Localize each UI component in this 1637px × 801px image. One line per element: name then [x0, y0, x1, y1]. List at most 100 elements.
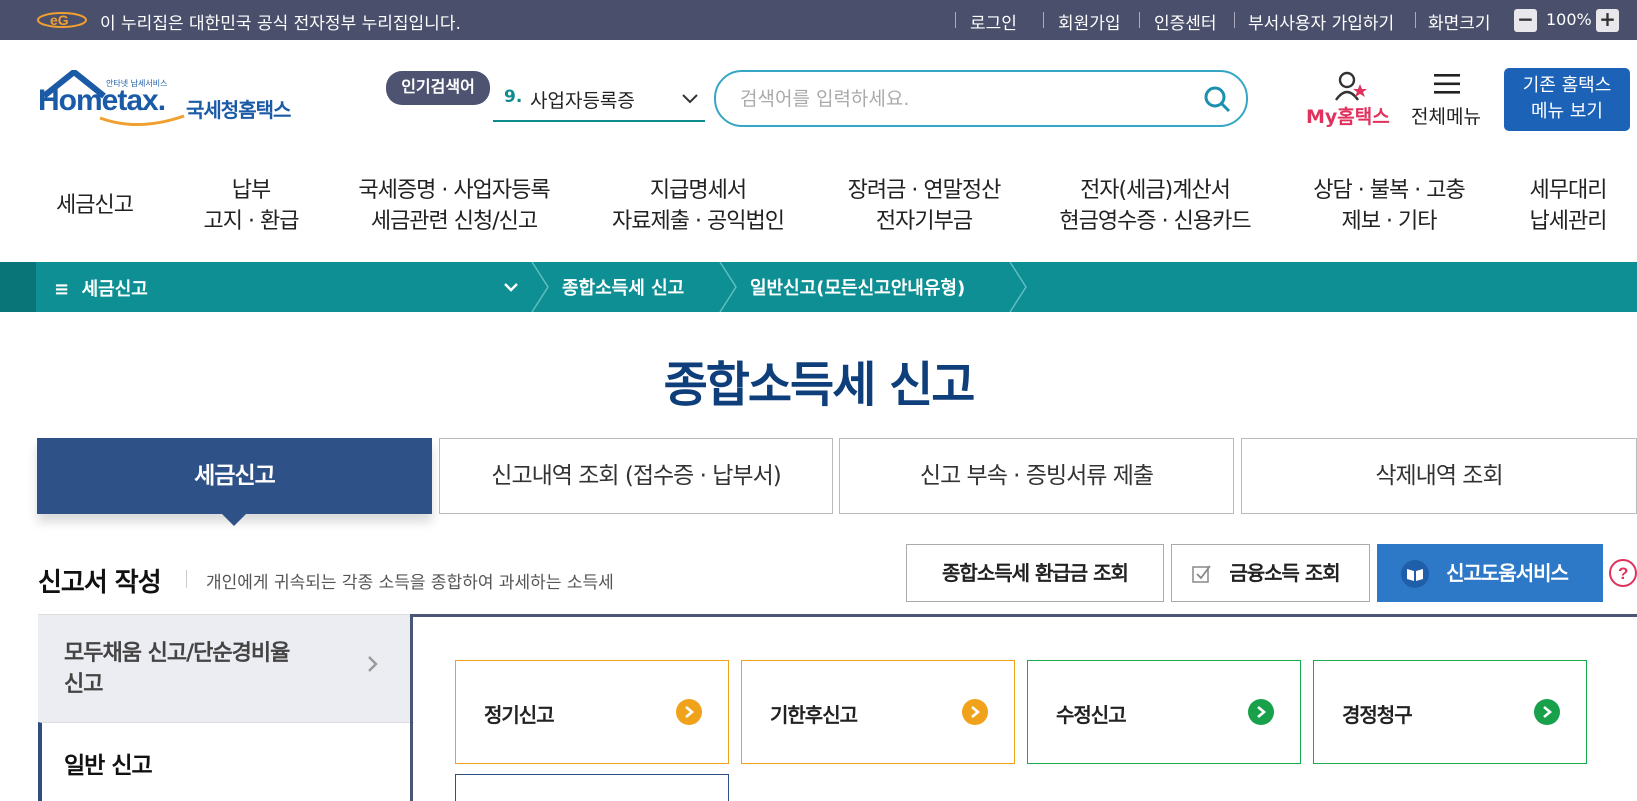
gnb-label: 상담 · 불복 · 고충: [1313, 178, 1465, 203]
my-hometax-user-icon[interactable]: [1334, 70, 1368, 102]
gnb-label: 전자(세금)계산서: [1080, 178, 1231, 203]
gnb-tax-filing[interactable]: 세금신고: [56, 190, 134, 221]
arrow-right-icon: [676, 699, 702, 725]
gnb-label: 현금영수증 · 신용카드: [1059, 209, 1251, 234]
gnb-consulting[interactable]: 상담 · 불복 · 고충 제보 · 기타: [1304, 175, 1474, 237]
legacy-menu-line1: 기존 홈택스: [1522, 75, 1612, 96]
refund-inquiry-button[interactable]: 종합소득세 환급금 조회: [906, 544, 1164, 602]
gov-notice-bar: eG 이 누리집은 대한민국 공식 전자정부 누리집입니다. 로그인 회원가입 …: [0, 0, 1637, 40]
gnb-label: 납세관리: [1529, 209, 1608, 234]
arrow-right-icon: [962, 699, 988, 725]
filing-help-label: 신고도움서비스: [1446, 561, 1569, 585]
gnb-tax-agent[interactable]: 세무대리 납세관리: [1516, 175, 1620, 237]
popular-rank: 9.: [504, 87, 523, 107]
arrow-right-icon: [1534, 699, 1560, 725]
filing-help-service-button[interactable]: 신고도움서비스: [1377, 544, 1603, 602]
gnb-label: 세금신고: [56, 193, 134, 218]
auth-center-link[interactable]: 인증센터: [1154, 9, 1217, 34]
logo-wordmark: Hometax.: [38, 84, 166, 117]
card-correction-claim[interactable]: 경정청구: [1313, 660, 1587, 764]
question-help-icon[interactable]: ?: [1608, 558, 1637, 588]
breadcrumb-separator-icon: [1009, 262, 1027, 312]
arrow-right-icon: [1248, 699, 1274, 725]
gnb-label: 세금관련 신청/신고: [370, 209, 538, 234]
page-title: 종합소득세 신고: [663, 357, 976, 413]
popular-keyword[interactable]: 사업자등록증: [530, 86, 635, 113]
gov-notice-text: 이 누리집은 대한민국 공식 전자정부 누리집입니다.: [100, 14, 461, 34]
chevron-right-icon: [368, 656, 378, 672]
divider: [1234, 12, 1235, 28]
all-menu-label[interactable]: 전체메뉴: [1411, 102, 1481, 129]
svg-text:eG: eG: [50, 12, 69, 28]
logo-korean-name: 국세청홈택스: [186, 98, 291, 122]
screen-size-label: 화면크기: [1428, 14, 1491, 34]
popular-underline: [493, 120, 705, 122]
legacy-menu-line2: 메뉴 보기: [1531, 101, 1603, 122]
search-box: [714, 70, 1248, 127]
breadcrumb-root-label: 세금신고: [81, 279, 148, 300]
gnb-label: 고지 · 환급: [203, 209, 300, 234]
egov-logo-icon: eG: [37, 12, 87, 28]
tab-attachments[interactable]: 신고 부속 · 증빙서류 제출: [839, 438, 1234, 514]
gnb-label: 국세증명 · 사업자등록: [358, 178, 550, 203]
tab-filing-history[interactable]: 신고내역 조회 (접수증 · 납부서): [439, 438, 833, 514]
card-regular-filing[interactable]: 정기신고: [455, 660, 729, 764]
card-label: 기한후신고: [770, 703, 858, 727]
left-menu-text: 모두채움 신고/단순경비율: [64, 641, 290, 666]
signup-link[interactable]: 회원가입: [1058, 9, 1121, 34]
search-input[interactable]: [740, 86, 1180, 112]
hamburger-menu-icon[interactable]: [1432, 72, 1462, 96]
breadcrumb-root[interactable]: ≡ 세금신고: [54, 275, 148, 301]
breadcrumb: ≡ 세금신고 종합소득세 신고 일반신고(모든신고안내유형): [0, 262, 1637, 312]
gnb-payment-statement[interactable]: 지급명세서 자료제출 · 공익법인: [606, 175, 790, 237]
gnb-label: 세무대리: [1529, 178, 1608, 203]
zoom-out-button[interactable]: −: [1514, 9, 1537, 32]
left-menu-general-filing-label: 일반 신고: [64, 753, 153, 779]
gnb-label: 자료제출 · 공익법인: [612, 209, 785, 234]
card-label: 경정청구: [1342, 703, 1413, 727]
svg-text:?: ?: [1618, 564, 1628, 583]
gnb-incentive[interactable]: 장려금 · 연말정산 전자기부금: [836, 175, 1012, 237]
breadcrumb-level3[interactable]: 일반신고(모든신고안내유형): [750, 274, 965, 300]
logo-swoosh-icon: [99, 114, 185, 126]
card-amended-filing[interactable]: 수정신고: [1027, 660, 1301, 764]
dept-signup-link[interactable]: 부서사용자 가입하기: [1248, 9, 1394, 34]
login-link[interactable]: 로그인: [970, 9, 1017, 34]
tab-tax-filing[interactable]: 세금신고: [37, 438, 432, 514]
breadcrumb-level2[interactable]: 종합소득세 신고: [562, 274, 684, 300]
section-title: 신고서 작성: [38, 568, 162, 598]
breadcrumb-separator-icon: [531, 262, 549, 312]
divider: [1043, 12, 1044, 28]
gnb-label: 납부: [231, 178, 271, 203]
card-late-filing[interactable]: 기한후신고: [741, 660, 1015, 764]
gnb-certificate[interactable]: 국세증명 · 사업자등록 세금관련 신청/신고: [348, 175, 560, 237]
breadcrumb-side: [0, 262, 36, 312]
card-label: 수정신고: [1056, 703, 1127, 727]
divider: [186, 570, 187, 588]
checkbox-icon: [1192, 565, 1211, 583]
zoom-in-button[interactable]: +: [1596, 9, 1619, 32]
section-description: 개인에게 귀속되는 각종 소득을 종합하여 과세하는 소득세: [206, 573, 614, 593]
my-hometax-label[interactable]: My홈택스: [1306, 102, 1390, 129]
card-partial[interactable]: [455, 774, 729, 801]
card-label: 정기신고: [484, 703, 555, 727]
book-icon: [1401, 560, 1429, 588]
zoom-level: 100%: [1546, 10, 1592, 29]
search-icon[interactable]: [1202, 84, 1232, 114]
legacy-menu-button[interactable]: 기존 홈택스 메뉴 보기: [1504, 68, 1630, 131]
gnb-payment[interactable]: 납부 고지 · 환급: [200, 175, 302, 237]
chevron-down-icon[interactable]: [680, 88, 700, 108]
hometax-logo[interactable]: 안타넷 납세서비스 Hometax. 국세청홈택스: [38, 70, 308, 132]
gnb-label: 장려금 · 연말정산: [847, 178, 1002, 203]
left-menu-simple-filing-label: 모두채움 신고/단순경비율 신고: [64, 638, 290, 700]
divider: [1139, 12, 1140, 28]
left-menu-text: 신고: [64, 672, 103, 697]
financial-income-button[interactable]: 금융소득 조회: [1171, 544, 1370, 602]
chevron-down-icon[interactable]: [503, 279, 519, 295]
gnb-label: 지급명세서: [649, 178, 747, 203]
gnb-label: 제보 · 기타: [1341, 209, 1438, 234]
breadcrumb-separator-icon: [719, 262, 737, 312]
tab-deleted-history[interactable]: 삭제내역 조회: [1241, 438, 1637, 514]
active-tab-indicator: [222, 514, 246, 526]
gnb-e-invoice[interactable]: 전자(세금)계산서 현금영수증 · 신용카드: [1052, 175, 1258, 237]
